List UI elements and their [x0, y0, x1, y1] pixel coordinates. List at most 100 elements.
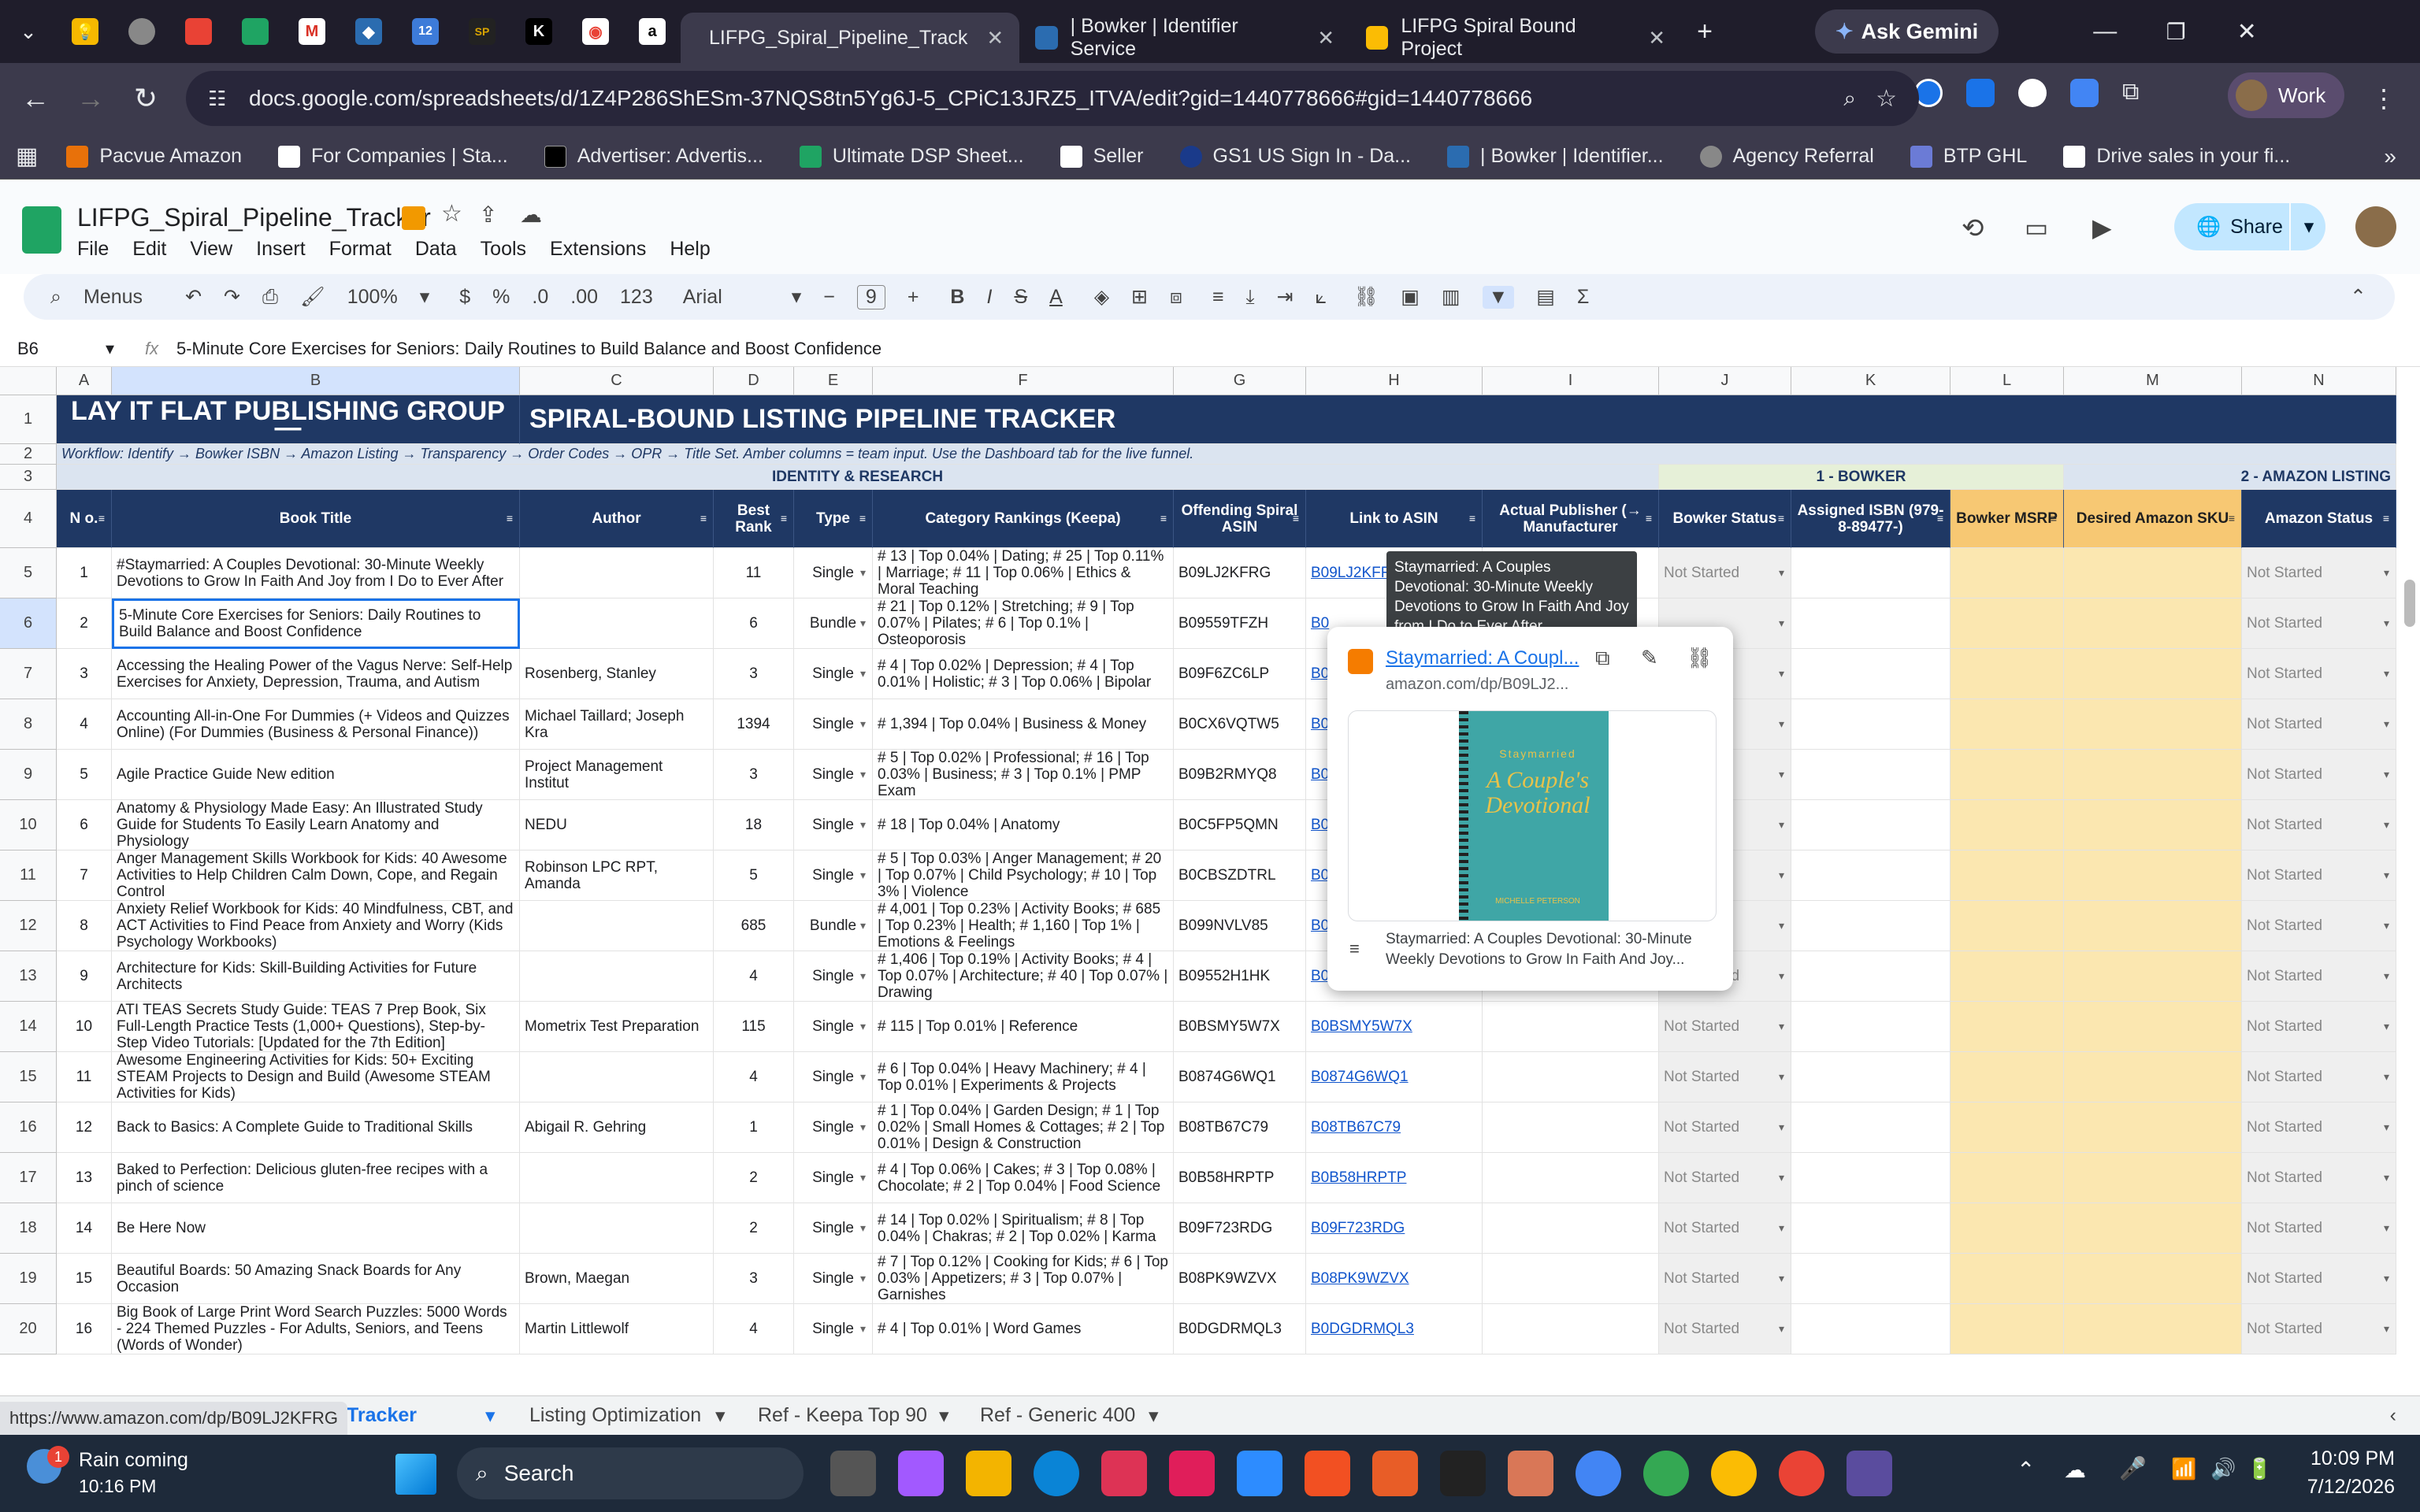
row-header[interactable]: 7 [0, 649, 57, 699]
comment-icon[interactable]: ▣ [1401, 285, 1420, 309]
close-icon[interactable]: ✕ [1648, 26, 1665, 50]
slack-icon[interactable] [1169, 1451, 1215, 1496]
chevron-down-icon[interactable]: ▾ [2384, 817, 2389, 833]
cell-title[interactable]: 5-Minute Core Exercises for Seniors: Dai… [112, 598, 520, 649]
filter-icon[interactable]: ≡ [507, 510, 513, 527]
chevron-down-icon[interactable]: ▾ [860, 917, 866, 934]
increase-decimal-button[interactable]: .00 [570, 286, 598, 309]
strikethrough-icon[interactable]: S [1014, 286, 1027, 309]
column-header[interactable]: A [57, 367, 112, 395]
cell-type[interactable]: Single ▾ [794, 850, 873, 901]
cell-bstatus[interactable]: Not Started▾ [1659, 1002, 1791, 1052]
chevron-down-icon[interactable]: ▾ [2289, 203, 2327, 250]
chart-icon[interactable]: ▥ [1442, 285, 1461, 309]
row-header[interactable]: 20 [0, 1304, 57, 1354]
chevron-down-icon[interactable]: ▾ [2384, 766, 2389, 783]
chevron-down-icon[interactable]: ▾ [2384, 1018, 2389, 1035]
chevron-down-icon[interactable]: ▾ [792, 285, 802, 309]
link-icon[interactable]: ⛓ [1354, 286, 1379, 309]
tab-search-button[interactable]: ⌄ [0, 0, 57, 63]
star-icon[interactable]: ☆ [441, 200, 462, 228]
cell-title[interactable]: Anger Management Skills Workbook for Kid… [112, 850, 520, 901]
chevron-down-icon[interactable]: ▾ [860, 1119, 866, 1136]
zoom-icon[interactable]: ⌕ [1843, 86, 1856, 112]
filter-icon[interactable]: ≡ [1778, 510, 1784, 527]
clock-time[interactable]: 10:09 PM [2292, 1447, 2395, 1470]
chevron-down-icon[interactable]: ▾ [860, 867, 866, 884]
filter-icon[interactable]: ≡ [1293, 510, 1299, 527]
name-box[interactable]: B6 [17, 339, 39, 359]
chevron-down-icon[interactable]: ▾ [2384, 665, 2389, 682]
row-header[interactable]: 1 [0, 395, 57, 444]
kebab-menu-icon[interactable]: ⋮ [2371, 83, 2396, 113]
column-header[interactable]: G [1174, 367, 1306, 395]
cell-type[interactable]: Single ▾ [794, 1304, 873, 1354]
bookmark-6[interactable]: | Bowker | Identifier... [1447, 145, 1664, 168]
chevron-down-icon[interactable]: ▾ [860, 1069, 866, 1085]
column-header[interactable]: I [1483, 367, 1659, 395]
filter-icon[interactable]: ≡ [1160, 510, 1167, 527]
chrome-profile-icon[interactable] [1643, 1451, 1689, 1496]
menu-file[interactable]: File [77, 238, 109, 261]
cell-bstatus[interactable]: Not Started▾ [1659, 1153, 1791, 1203]
collapse-panel-icon[interactable]: ‹ [2390, 1404, 2396, 1427]
chevron-down-icon[interactable]: ▾ [860, 968, 866, 984]
close-icon[interactable]: ✕ [1317, 26, 1334, 50]
filter-icon[interactable]: ≡ [98, 510, 105, 527]
chevron-down-icon[interactable]: ▾ [2384, 1119, 2389, 1136]
cell-astatus[interactable]: Not Started ▾ [2242, 598, 2396, 649]
cloud-status-icon[interactable]: ☁ [520, 202, 542, 228]
cell-link[interactable]: B09F723RDG [1306, 1203, 1483, 1254]
windows-start-icon[interactable] [395, 1454, 436, 1495]
cell-bstatus[interactable]: Not Started▾ [1659, 1304, 1791, 1354]
column-header[interactable]: D [714, 367, 794, 395]
column-header[interactable]: C [520, 367, 714, 395]
chevron-down-icon[interactable]: ▾ [860, 716, 866, 732]
cell-type[interactable]: Single ▾ [794, 800, 873, 850]
column-header[interactable]: H [1306, 367, 1483, 395]
tab-pinned-7[interactable]: 12 [397, 0, 454, 63]
chevron-down-icon[interactable]: ▾ [106, 339, 114, 359]
row-header[interactable]: 3 [0, 465, 57, 490]
text-color-icon[interactable]: A [1049, 286, 1063, 309]
ask-gemini-button[interactable]: ✦ Ask Gemini [1815, 9, 1999, 54]
row-header[interactable]: 11 [0, 850, 57, 901]
cell-astatus[interactable]: Not Started ▾ [2242, 850, 2396, 901]
chevron-down-icon[interactable]: ▾ [1779, 1321, 1784, 1337]
decrease-decimal-button[interactable]: .0 [532, 286, 548, 309]
chevron-down-icon[interactable]: ▾ [2384, 716, 2389, 732]
cell-astatus[interactable]: Not Started ▾ [2242, 750, 2396, 800]
volume-icon[interactable]: 🔊 [2210, 1457, 2236, 1481]
font-size-input[interactable]: 9 [856, 284, 885, 309]
chevron-down-icon[interactable]: ▾ [1779, 1169, 1784, 1186]
chrome-icon[interactable] [1576, 1451, 1621, 1496]
cell-type[interactable]: Single ▾ [794, 1052, 873, 1102]
fill-color-icon[interactable]: ◈ [1094, 285, 1109, 309]
cell-astatus[interactable]: Not Started ▾ [2242, 649, 2396, 699]
menu-format[interactable]: Format [329, 238, 392, 261]
chevron-down-icon[interactable]: ▾ [2384, 968, 2389, 984]
menus-search[interactable]: Menus [84, 286, 143, 309]
row-header[interactable]: 2 [0, 444, 57, 465]
menu-data[interactable]: Data [415, 238, 457, 261]
cloud-icon[interactable]: ☁ [2064, 1457, 2086, 1483]
chevron-down-icon[interactable]: ▾ [1779, 1069, 1784, 1085]
cell-astatus[interactable]: Not Started ▾ [2242, 1002, 2396, 1052]
preview-title-link[interactable]: Staymarried: A Coupl... [1386, 647, 1579, 669]
cell-type[interactable]: Single ▾ [794, 649, 873, 699]
cell-type[interactable]: Single ▾ [794, 548, 873, 598]
cell-astatus[interactable]: Not Started ▾ [2242, 1052, 2396, 1102]
functions-icon[interactable]: Σ [1577, 286, 1589, 309]
row-header[interactable]: 14 [0, 1002, 57, 1052]
filter-icon[interactable]: ≡ [1646, 510, 1652, 527]
tab-pinned-4[interactable] [227, 0, 284, 63]
chevron-down-icon[interactable]: ▾ [2384, 1169, 2389, 1186]
valign-icon[interactable]: ⤓ [1246, 286, 1255, 309]
select-all-corner[interactable] [0, 367, 57, 395]
filter-icon[interactable]: ≡ [1937, 510, 1943, 527]
weather-text[interactable]: Rain coming [79, 1449, 188, 1472]
cell-astatus[interactable]: Not Started ▾ [2242, 800, 2396, 850]
close-icon[interactable]: ✕ [986, 26, 1004, 50]
sheets-logo-icon[interactable] [22, 206, 61, 254]
chevron-down-icon[interactable]: ▾ [939, 1404, 949, 1428]
